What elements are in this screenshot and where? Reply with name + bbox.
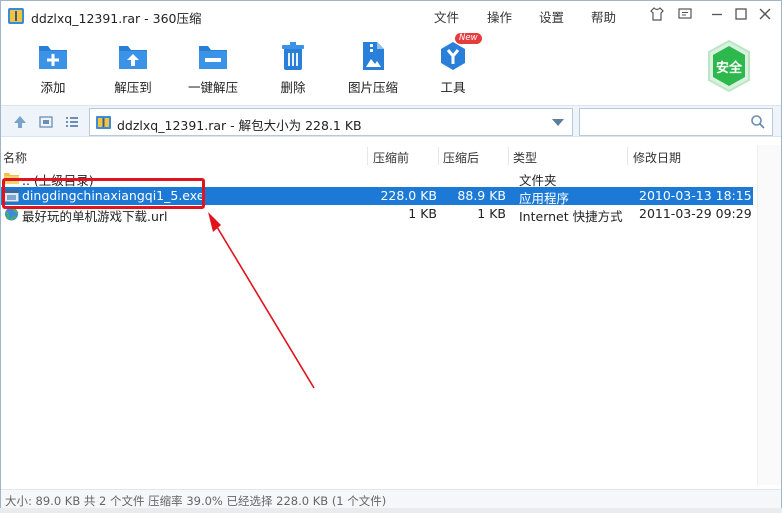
status-bar: 大小: 89.0 KB 共 2 个文件 压缩率 39.0% 已经选择 228.0… (1, 489, 781, 509)
menu-help[interactable]: 帮助 (591, 7, 616, 26)
delete-label: 删除 (280, 80, 306, 95)
size-before: 228.0 KB (380, 188, 437, 203)
status-text: 大小: 89.0 KB 共 2 个文件 压缩率 39.0% 已经选择 228.0… (5, 494, 387, 508)
add-icon (36, 39, 70, 73)
archive-app-icon (8, 8, 24, 24)
address-bar-row: ddzlxq_12391.rar - 解包大小为 228.1 KB (1, 105, 781, 137)
skin-icon[interactable] (647, 6, 667, 26)
menu-settings[interactable]: 设置 (539, 7, 564, 26)
menu-file[interactable]: 文件 (434, 7, 459, 26)
size-after: 1 KB (477, 206, 506, 221)
up-arrow-icon[interactable] (12, 114, 28, 130)
address-dropdown-icon[interactable] (552, 119, 564, 126)
column-separator[interactable] (367, 147, 368, 165)
list-view-icon[interactable] (64, 114, 80, 130)
tools-label: 工具 (440, 80, 466, 95)
thumbnail-view-icon[interactable] (38, 114, 54, 130)
column-type[interactable]: 类型 (513, 149, 537, 166)
one-click-extract-label: 一键解压 (187, 80, 238, 95)
add-button[interactable]: 添加 (18, 39, 88, 97)
size-after: 88.9 KB (457, 188, 506, 203)
address-text: ddzlxq_12391.rar - 解包大小为 228.1 KB (117, 118, 362, 133)
column-size-after[interactable]: 压缩后 (443, 149, 479, 166)
delete-button[interactable]: 删除 (258, 39, 328, 97)
extract-to-button[interactable]: 解压到 (98, 39, 168, 97)
highlight-annotation (2, 178, 205, 209)
image-compress-label: 图片压缩 (347, 80, 398, 95)
modified-date: 2010-03-13 18:15 (639, 188, 752, 203)
search-input[interactable] (584, 113, 744, 131)
extract-to-label: 解压到 (114, 80, 152, 95)
search-field[interactable] (579, 108, 773, 136)
toolbar: 添加 解压到 一键解压 删除 图片压缩 工具 New 安全 (1, 31, 781, 101)
close-icon[interactable] (755, 6, 775, 26)
file-list-header: 名称 压缩前 压缩后 类型 修改日期 (1, 145, 757, 167)
archive-icon (96, 116, 111, 129)
image-compress-icon (356, 39, 390, 73)
extract-to-icon (116, 39, 150, 73)
feedback-icon[interactable] (675, 6, 695, 26)
minimize-icon[interactable] (707, 6, 727, 26)
add-label: 添加 (40, 80, 66, 95)
window-title: ddzlxq_12391.rar - 360压缩 (31, 11, 202, 26)
new-badge: New (455, 33, 482, 44)
column-separator[interactable] (508, 147, 509, 165)
internet-shortcut-icon (4, 207, 19, 221)
column-name[interactable]: 名称 (3, 149, 27, 166)
image-compress-button[interactable]: 图片压缩 (338, 39, 408, 97)
search-icon[interactable] (750, 114, 766, 130)
maximize-icon[interactable] (731, 6, 751, 26)
tools-icon (436, 39, 470, 73)
column-separator[interactable] (627, 147, 628, 165)
one-click-extract-button[interactable]: 一键解压 (178, 39, 248, 97)
archive-window: ddzlxq_12391.rar - 360压缩 文件 操作 设置 帮助 添加 (0, 0, 782, 513)
bottom-strip (0, 508, 782, 513)
security-shield[interactable]: 安全 (706, 39, 752, 93)
vertical-scrollbar[interactable] (757, 145, 781, 485)
tools-button[interactable]: 工具 (418, 39, 488, 97)
one-click-extract-icon (196, 39, 230, 73)
title-bar: ddzlxq_12391.rar - 360压缩 文件 操作 设置 帮助 (1, 1, 781, 31)
column-separator[interactable] (438, 147, 439, 165)
modified-date: 2011-03-29 09:29 (639, 206, 752, 221)
size-before: 1 KB (408, 206, 437, 221)
menu-operation[interactable]: 操作 (487, 7, 512, 26)
column-size-before[interactable]: 压缩前 (373, 149, 409, 166)
address-field[interactable]: ddzlxq_12391.rar - 解包大小为 228.1 KB (89, 108, 573, 136)
security-label: 安全 (715, 61, 742, 76)
file-type: Internet 快捷方式 (519, 209, 623, 224)
delete-icon (276, 39, 310, 73)
column-modified-date[interactable]: 修改日期 (633, 149, 681, 166)
